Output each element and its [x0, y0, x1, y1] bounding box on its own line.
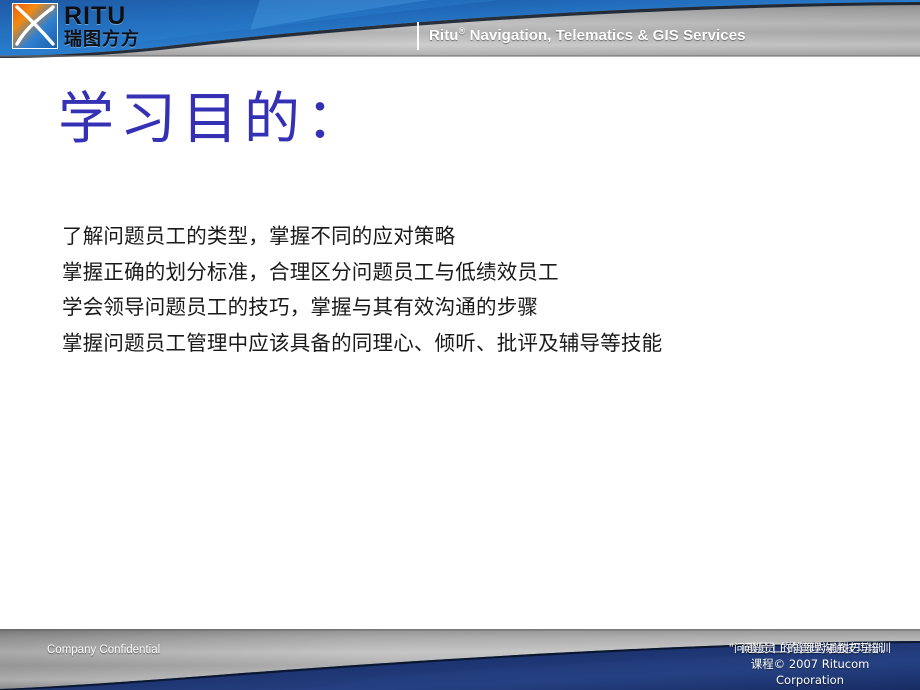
list-item: 掌握问题员工管理中应该具备的同理心、倾听、批评及辅导等技能: [62, 330, 663, 355]
footer-course-credit: "问题员工的管理沟通技巧培训 问题员工的管理沟通技巧培训 课程© 2007 Ri…: [700, 640, 920, 688]
slide-footer: Company Confidential "问题员工的管理沟通技巧培训 问题员工…: [0, 629, 920, 690]
slide-header: RITU 瑞图方方 Ritu® Navigation, Telematics &…: [0, 0, 920, 58]
logo-wordmark: RITU 瑞图方方: [64, 1, 140, 50]
slide: RITU 瑞图方方 Ritu® Navigation, Telematics &…: [0, 0, 920, 690]
header-title-rest: Navigation, Telematics & GIS Services: [465, 27, 746, 44]
logo-latin-text: RITU: [64, 1, 127, 30]
footer-credit-line2: 课程© 2007 Ritucom: [750, 657, 870, 671]
footer-credit-line3: Corporation: [776, 673, 844, 687]
header-title-prefix: Ritu: [429, 27, 459, 44]
ritu-x-logo-icon: [12, 3, 58, 49]
bullet-list: 了解问题员工的类型，掌握不同的应对策略 掌握正确的划分标准，合理区分问题员工与低…: [62, 219, 892, 361]
logo-chinese-text: 瑞图方方: [64, 28, 140, 50]
company-logo: RITU 瑞图方方: [12, 2, 162, 50]
footer-confidential-label: Company Confidential: [47, 644, 161, 656]
list-item: 了解问题员工的类型，掌握不同的应对策略: [62, 224, 456, 248]
header-divider: [417, 22, 419, 50]
footer-credit-line1-layer-b: 问题员工的管理沟通技巧培训: [741, 641, 891, 655]
page-title: 学习目的：: [58, 87, 368, 152]
list-item: 掌握正确的划分标准，合理区分问题员工与低绩效员工: [62, 259, 559, 284]
list-item: 学会领导问题员工的技巧，掌握与其有效沟通的步骤: [62, 295, 539, 319]
header-title: Ritu® Navigation, Telematics & GIS Servi…: [429, 26, 746, 44]
footer-credit-line1: "问题员工的管理沟通技巧培训 问题员工的管理沟通技巧培训: [700, 640, 920, 656]
